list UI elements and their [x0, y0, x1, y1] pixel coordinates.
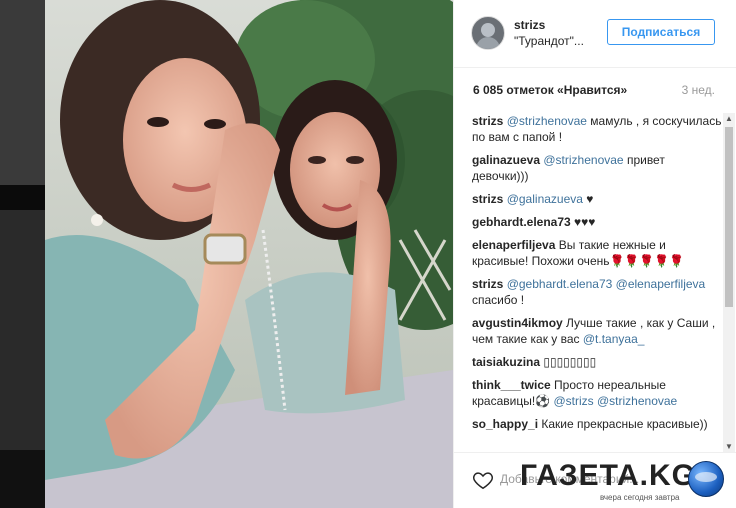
comment-item: so_happy_i Какие прекрасные красивые)): [472, 416, 722, 432]
username-link[interactable]: strizs: [514, 18, 545, 32]
comment-username[interactable]: think___twice: [472, 378, 551, 392]
comment-username[interactable]: gebhardt.elena73: [472, 215, 571, 229]
comment-mention[interactable]: @t.tanyaa_: [583, 332, 645, 346]
comment-item: galinazueva @strizhenovae привет девочки…: [472, 152, 722, 184]
watermark-logo: ГАЗЕТА.KG вчера сегодня завтра: [520, 459, 730, 507]
comment-item: taisiakuzina ▯▯▯▯▯▯▯▯: [472, 354, 722, 370]
comment-username[interactable]: strizs: [472, 192, 503, 206]
post-header: strizs "Турандот"... Подписаться: [454, 0, 736, 68]
watermark-tagline: вчера сегодня завтра: [600, 493, 680, 502]
comment-text: ▯▯▯▯▯▯▯▯: [543, 355, 597, 369]
like-heart-icon[interactable]: [472, 469, 494, 491]
comment-username[interactable]: taisiakuzina: [472, 355, 540, 369]
comment-username[interactable]: strizs: [472, 277, 503, 291]
comment-mention[interactable]: @strizhenovae: [597, 394, 677, 408]
comment-item: strizs @galinazueva ♥: [472, 191, 722, 207]
location-link[interactable]: "Турандот"...: [514, 34, 584, 48]
comment-username[interactable]: so_happy_i: [472, 417, 538, 431]
scrollbar-thumb[interactable]: [725, 127, 733, 307]
post-sidebar: strizs "Турандот"... Подписаться 6 085 о…: [453, 0, 736, 508]
comment-mention[interactable]: @strizhenovae: [543, 153, 623, 167]
comments-scrollbar[interactable]: ▲ ▼: [723, 113, 735, 453]
scroll-up-arrow-icon[interactable]: ▲: [723, 113, 735, 125]
comment-mention[interactable]: @gebhardt.elena73: [507, 277, 613, 291]
instagram-post-window: strizs "Турандот"... Подписаться 6 085 о…: [0, 0, 736, 508]
comment-item: strizs @gebhardt.elena73 @elenaperfiljev…: [472, 276, 722, 308]
comment-username[interactable]: strizs: [472, 114, 503, 128]
comment-text: спасибо !: [472, 293, 525, 307]
comment-username[interactable]: elenaperfiljeva: [472, 238, 555, 252]
comment-item: think___twice Просто нереальные красавиц…: [472, 377, 722, 409]
comment-item: avgustin4ikmoy Лучше такие , как у Саши …: [472, 315, 722, 347]
comment-item: gebhardt.elena73 ♥♥♥: [472, 214, 722, 230]
post-photo-image: [45, 0, 453, 508]
comment-username[interactable]: avgustin4ikmoy: [472, 316, 563, 330]
post-photo[interactable]: [45, 0, 453, 508]
comment-username[interactable]: galinazueva: [472, 153, 540, 167]
globe-icon: [688, 461, 724, 497]
background-page-strip: [0, 0, 45, 508]
comments-list: strizs @strizhenovae мамуль , я соскучил…: [472, 113, 722, 449]
comment-text: ♥♥♥: [574, 215, 596, 229]
likes-count[interactable]: 6 085 отметок «Нравится»: [473, 83, 627, 97]
comment-text: Какие прекрасные красивые)): [541, 417, 708, 431]
comment-mention[interactable]: @galinazueva: [507, 192, 583, 206]
comment-mention[interactable]: @strizhenovae: [507, 114, 587, 128]
comment-mention[interactable]: @elenaperfiljeva: [616, 277, 706, 291]
avatar[interactable]: [471, 16, 505, 50]
post-time[interactable]: 3 нед.: [682, 83, 715, 97]
comment-item: elenaperfiljeva Вы такие нежные и красив…: [472, 237, 722, 269]
comment-text: ♥: [582, 192, 594, 206]
watermark-title: ГАЗЕТА.KG: [520, 459, 697, 492]
comment-mention[interactable]: @strizs: [553, 394, 593, 408]
follow-button[interactable]: Подписаться: [607, 19, 715, 45]
post-footer: Добавьте комментарий... ГАЗЕТА.KG вчера …: [454, 452, 736, 508]
comment-item: strizs @strizhenovae мамуль , я соскучил…: [472, 113, 722, 145]
